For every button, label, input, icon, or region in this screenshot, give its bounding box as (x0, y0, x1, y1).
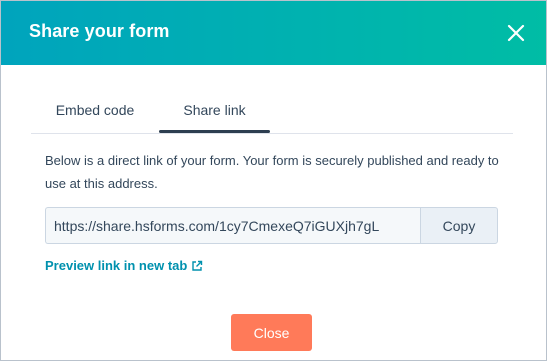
preview-link[interactable]: Preview link in new tab (45, 258, 203, 273)
tab-share-link[interactable]: Share link (159, 88, 270, 133)
external-link-icon (192, 260, 203, 271)
share-link-input[interactable] (45, 207, 420, 244)
tab-bar: Embed code Share link (31, 88, 513, 134)
dialog-title: Share your form (29, 21, 170, 41)
tab-label: Embed code (55, 102, 135, 118)
preview-link-label: Preview link in new tab (45, 258, 188, 273)
share-link-row: Copy (45, 207, 498, 244)
close-button[interactable]: Close (231, 314, 312, 351)
share-link-description: Below is a direct link of your form. You… (45, 153, 499, 191)
active-tab-indicator (159, 130, 270, 133)
close-icon[interactable] (500, 17, 532, 49)
share-form-dialog: Share your form Embed code Share link Be… (0, 0, 547, 361)
tab-label: Share link (183, 102, 246, 118)
copy-button[interactable]: Copy (420, 207, 498, 244)
dialog-header: Share your form (1, 1, 546, 65)
tab-embed-code[interactable]: Embed code (31, 88, 159, 132)
